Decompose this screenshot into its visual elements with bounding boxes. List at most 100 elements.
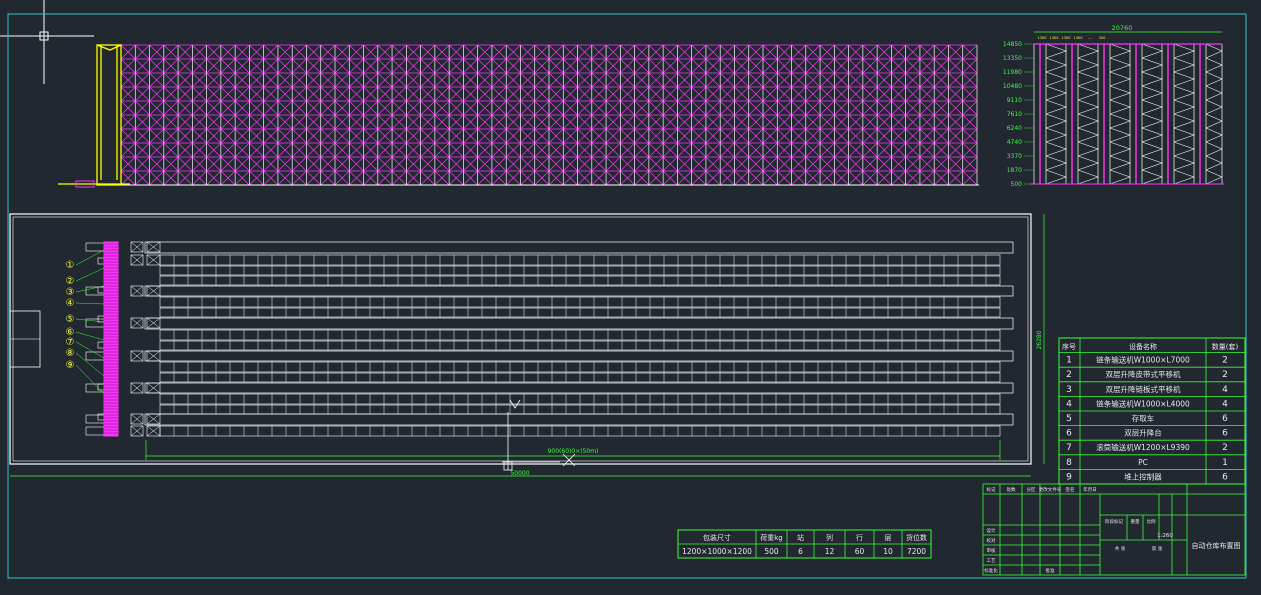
title-block-text: 标记 处数 分区 更改文件号 签名 年月日 设计校对审核工艺标准化 批准 阶段标记 重量 比… (984, 486, 1240, 574)
spec-value: 1200×1000×1200 (682, 547, 752, 556)
level-height-label: 9110 (1007, 97, 1022, 104)
equip-row-qty: 6 (1222, 414, 1228, 424)
spec-value: 7200 (907, 547, 926, 556)
equip-row-qty: 4 (1222, 399, 1228, 409)
top-dimension-label: ... (1088, 36, 1091, 40)
tb-left-row: 批准 (1046, 567, 1055, 574)
level-height-label: 3370 (1007, 153, 1022, 160)
tb-cell-scale-label: 比例 (1147, 518, 1156, 525)
equip-row-qty: 2 (1222, 443, 1228, 453)
spec-header: 站 (797, 533, 804, 542)
equip-row-name: 存取车 (1132, 413, 1155, 423)
tb-header-cell: 年月日 (1083, 486, 1097, 493)
title-block (982, 483, 1246, 576)
tb-header-cell: 处数 (1007, 486, 1016, 493)
callout-marker: ⑧ (66, 348, 75, 359)
level-height-label: 4740 (1007, 139, 1022, 146)
ucs-axis-icon (502, 399, 576, 471)
top-dimension-label: 1300 (1038, 36, 1047, 40)
aisle-lane (144, 350, 1014, 362)
tb-left-row: 审核 (987, 547, 996, 554)
spec-header: 货位数 (906, 533, 927, 542)
plan-overall-length: 50000 (510, 470, 529, 477)
rack-elevation-view (58, 44, 979, 188)
equip-row-name: PC (1138, 458, 1148, 467)
stacker-lift (58, 44, 130, 186)
tb-left-row: 标准化 (984, 567, 998, 574)
crosshair-cursor-icon (0, 0, 94, 84)
callout-marker: ② (66, 276, 75, 287)
equip-row-name: 堆上控制器 (1124, 471, 1162, 481)
callout-marker: ④ (66, 298, 75, 309)
tb-cell-stage: 阶段标记 (1105, 518, 1123, 525)
equip-row-qty: 6 (1222, 472, 1228, 482)
side-frames (1030, 43, 1224, 185)
tb-left-row: 工艺 (987, 558, 996, 564)
rack-side-view: 20760 14850 13350 11980 10480 9110 7610 6240 47… (1003, 24, 1224, 188)
level-height-label: 11980 (1003, 69, 1022, 76)
tb-left-row: 校对 (987, 537, 996, 544)
rack-uprights (119, 44, 979, 186)
equip-row-qty: 4 (1222, 385, 1228, 395)
tb-left-row: 设计 (987, 527, 996, 534)
equip-row-no: 3 (1066, 385, 1072, 395)
spec-value: 500 (764, 547, 779, 556)
top-dimension-label: 1300 (1062, 36, 1071, 40)
equip-row-no: 9 (1066, 472, 1072, 482)
level-height-label: 14850 (1003, 41, 1022, 48)
aisle-lane (144, 317, 1014, 330)
building-outline (9, 213, 1032, 465)
aisle-lane (144, 413, 1014, 426)
equip-row-name: 双层升降链板式平移机 (1106, 384, 1181, 394)
equip-row-qty: 2 (1222, 356, 1228, 366)
equip-row-no: 2 (1066, 370, 1072, 380)
equip-row-no: 5 (1066, 414, 1072, 424)
equip-row-name: 滚筒输送机W1200×L9390 (1096, 442, 1190, 452)
rack-length-note: 900(60)0×(50m) (548, 448, 599, 455)
tb-header-cell: 更改文件号 (1039, 486, 1062, 493)
callout-marker: ⑦ (66, 337, 75, 348)
equip-row-name: 双层升降皮带式平移机 (1106, 369, 1181, 379)
tb-header-cell: 分区 (1027, 486, 1036, 493)
equip-header-no: 序号 (1062, 342, 1076, 351)
aisle-lane (144, 241, 1014, 254)
equip-row-no: 1 (1066, 356, 1072, 366)
equip-row-no: 7 (1066, 443, 1072, 453)
plan-overall-width: 26280 (1036, 330, 1043, 349)
equip-row-no: 4 (1066, 399, 1072, 409)
spec-value: 12 (825, 547, 835, 556)
warehouse-plan-view: ①②③④⑤⑥⑦⑧⑨ 900(60)0×(50m) 50000 26280 (9, 213, 1045, 477)
equip-row-name: 双层升降台 (1124, 428, 1162, 438)
equip-row-no: 6 (1066, 429, 1072, 439)
callout-marker: ③ (66, 287, 75, 298)
equip-row-name: 链条输送机W1000×L7000 (1096, 355, 1190, 365)
callout-marker: ⑤ (66, 314, 75, 325)
level-height-label: 1870 (1007, 167, 1022, 174)
spec-header: 层 (885, 534, 892, 542)
spec-value: 60 (855, 547, 865, 556)
conveyor-line (103, 241, 119, 437)
level-height-label: 6240 (1007, 125, 1022, 132)
aisle-lane (144, 382, 1014, 394)
callout-marker: ① (66, 260, 75, 271)
equip-row-qty: 6 (1222, 429, 1228, 439)
equipment-table: 序号 设备名称 数量(套) 1 链条输送机W1000×L7000 2 2 双层升降皮带式… (1058, 337, 1246, 485)
tb-header-cell: 标记 (987, 486, 996, 493)
equip-row-name: 链条输送机W1000×L4000 (1096, 398, 1190, 408)
level-height-labels: 14850 13350 11980 10480 9110 7610 6240 4740 3370… (1003, 41, 1034, 188)
spec-value: 10 (883, 547, 893, 556)
spec-header: 行 (856, 533, 863, 542)
drawing-title: 自动仓库布置图 (1192, 541, 1241, 550)
level-height-label: 13350 (1003, 55, 1022, 62)
level-height-label: 7610 (1007, 111, 1022, 118)
top-dimension-label: 1300 (1074, 36, 1083, 40)
equip-header-name: 设备名称 (1129, 342, 1157, 351)
equip-row-qty: 1 (1222, 458, 1228, 468)
spec-header: 列 (826, 533, 833, 542)
equip-row-qty: 2 (1222, 370, 1228, 380)
tb-header-cell: 签名 (1066, 486, 1075, 493)
tb-cell-sheets: 共 张 (1115, 545, 1126, 552)
equip-header-qty: 数量(套) (1212, 342, 1239, 351)
tb-cell-sheet: 第 张 (1152, 545, 1163, 552)
equip-row-no: 8 (1066, 458, 1072, 468)
